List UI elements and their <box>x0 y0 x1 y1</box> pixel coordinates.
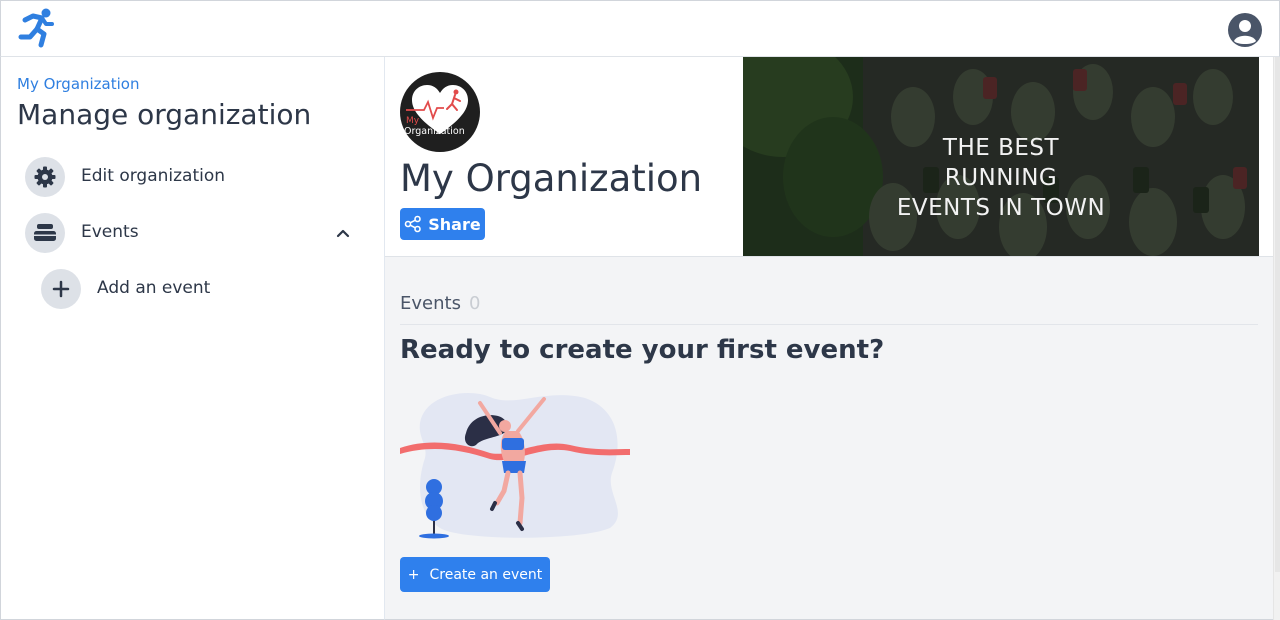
sidebar: My Organization Manage organization Edit… <box>0 57 385 620</box>
share-button-label: Share <box>428 214 481 234</box>
share-icon <box>404 215 422 233</box>
share-button[interactable]: Share <box>400 208 485 240</box>
banner-line-2: EVENTS IN TOWN <box>896 195 1106 221</box>
gear-icon-circle <box>25 157 65 197</box>
sidebar-title: Manage organization <box>17 98 312 131</box>
scrollbar-thumb[interactable] <box>1275 57 1280 572</box>
sidebar-item-label: Add an event <box>97 278 211 298</box>
heart-runner-logo-icon: My Organization <box>404 85 468 137</box>
svg-text:Organization: Organization <box>404 126 465 137</box>
org-breadcrumb-link[interactable]: My Organization <box>17 75 139 93</box>
organization-logo: My Organization <box>400 72 480 152</box>
finish-line-runner-illustration <box>400 392 630 539</box>
gear-icon <box>34 166 56 188</box>
sidebar-item-edit-organization[interactable]: Edit organization <box>25 157 365 197</box>
organization-name: My Organization <box>400 157 703 200</box>
plus-icon <box>52 280 70 298</box>
banner-line-1: THE BEST RUNNING <box>942 135 1060 191</box>
vertical-scrollbar[interactable] <box>1273 57 1280 620</box>
events-heading-label: Events <box>400 293 461 314</box>
user-circle-icon[interactable] <box>1227 12 1263 48</box>
empty-state-title: Ready to create your first event? <box>400 335 885 365</box>
stack-icon-circle <box>25 213 65 253</box>
top-bar <box>0 0 1280 57</box>
running-man-icon[interactable] <box>15 7 57 49</box>
events-divider <box>400 324 1258 325</box>
sidebar-item-add-event[interactable]: Add an event <box>41 269 381 309</box>
create-event-button[interactable]: + Create an event <box>400 557 550 592</box>
organization-header: My Organization My Organization Share TH… <box>385 57 1273 257</box>
events-count-badge: 0 <box>468 293 481 314</box>
svg-text:My: My <box>406 116 420 126</box>
events-heading: Events 0 <box>400 293 480 314</box>
cover-banner: THE BEST RUNNING EVENTS IN TOWN <box>743 57 1259 256</box>
main-content: My Organization My Organization Share TH… <box>385 57 1273 620</box>
stack-icon <box>34 224 56 241</box>
sidebar-item-label: Edit organization <box>81 166 226 186</box>
plus-icon: + <box>407 566 420 583</box>
create-event-label: Create an event <box>429 566 543 583</box>
chevron-up-icon[interactable] <box>334 224 352 242</box>
sidebar-item-label: Events <box>81 222 139 242</box>
banner-tagline: THE BEST RUNNING EVENTS IN TOWN <box>883 133 1119 223</box>
sidebar-item-events[interactable]: Events <box>25 213 365 253</box>
plus-icon-circle <box>41 269 81 309</box>
